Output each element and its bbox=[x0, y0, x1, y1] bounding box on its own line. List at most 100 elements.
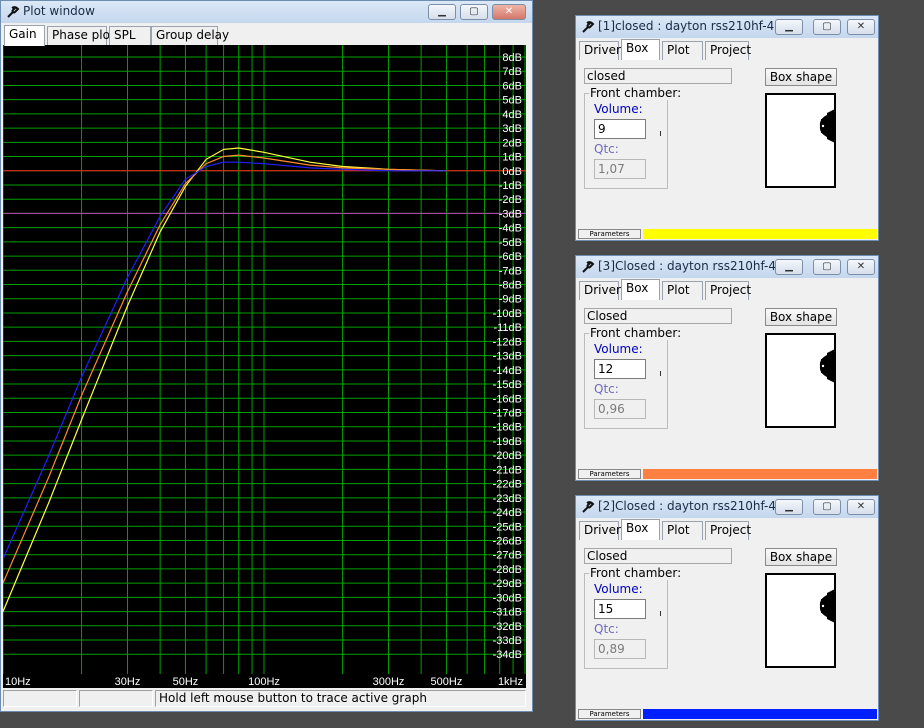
box-shape-button[interactable]: Box shape bbox=[765, 548, 837, 566]
minimize-button[interactable]: ▁ bbox=[775, 259, 803, 275]
box-panel: Closed Box shape Front chamber: Volume: … bbox=[577, 540, 877, 720]
tab-plot[interactable]: Plot bbox=[662, 521, 703, 540]
parameters-bar: Parameters bbox=[577, 709, 877, 719]
tab-box[interactable]: Box bbox=[621, 39, 660, 60]
minimize-icon: ▁ bbox=[785, 261, 793, 272]
tab-spl[interactable]: SPL bbox=[109, 26, 151, 45]
tab-box-label: Box bbox=[626, 521, 649, 535]
volume-label: Volume: bbox=[594, 582, 643, 596]
y-tick-label: -21dB bbox=[493, 464, 522, 476]
parameters-tab[interactable]: Parameters bbox=[578, 229, 641, 239]
tab-spl-label: SPL bbox=[114, 28, 136, 42]
volume-input[interactable]: 9 bbox=[594, 119, 646, 139]
tab-phase-plot[interactable]: Phase plot bbox=[47, 26, 115, 45]
box-window-titlebar[interactable]: [3]Closed : dayton rss210hf-4 ▁ ▢ ✕ bbox=[576, 256, 878, 278]
tab-project[interactable]: Project bbox=[705, 521, 751, 540]
y-tick-label: 3dB bbox=[502, 123, 522, 135]
y-tick-label: -1dB bbox=[499, 180, 522, 192]
qtc-label: Qtc: bbox=[594, 622, 619, 636]
box-name-field[interactable]: closed bbox=[584, 68, 732, 84]
tab-group-delay[interactable]: Group delay bbox=[151, 26, 229, 45]
close-button[interactable]: ✕ bbox=[847, 259, 875, 275]
maximize-button[interactable]: ▢ bbox=[813, 499, 841, 515]
box-shape-preview[interactable] bbox=[765, 93, 837, 189]
tab-driver-label: Driver bbox=[584, 283, 621, 297]
maximize-button[interactable]: ▢ bbox=[813, 259, 841, 275]
parameters-tab[interactable]: Parameters bbox=[578, 469, 641, 479]
gain-plot[interactable]: 8dB 7dB 6dB 5dB 4dB 3dB 2dB 1dB 0dB -1dB -2dB -3dB -… bbox=[3, 45, 526, 688]
box-window-titlebar[interactable]: [2]Closed : dayton rss210hf-4 ▁ ▢ ✕ bbox=[576, 496, 878, 518]
box-window-title: [1]closed : dayton rss210hf-4 bbox=[598, 19, 775, 33]
graph-color-swatch bbox=[643, 229, 877, 239]
graph-color-swatch bbox=[643, 709, 877, 719]
y-tick-label: -25dB bbox=[493, 521, 522, 533]
y-tick-label: -34dB bbox=[493, 649, 522, 661]
box-panel: Closed Box shape Front chamber: Volume: … bbox=[577, 300, 877, 480]
maximize-button[interactable]: ▢ bbox=[460, 4, 488, 20]
y-tick-label: 4dB bbox=[502, 109, 522, 121]
close-button[interactable]: ✕ bbox=[847, 19, 875, 35]
parameters-bar: Parameters bbox=[577, 469, 877, 479]
close-button[interactable]: ✕ bbox=[492, 4, 526, 20]
box-name-field[interactable]: Closed bbox=[584, 308, 732, 324]
y-tick-label: 1dB bbox=[502, 152, 522, 164]
volume-label: Volume: bbox=[594, 102, 643, 116]
volume-unit-mark bbox=[660, 371, 661, 376]
qtc-field: 0,96 bbox=[594, 399, 646, 419]
minimize-button[interactable]: ▁ bbox=[775, 19, 803, 35]
tab-driver[interactable]: Driver bbox=[579, 281, 621, 300]
tab-project[interactable]: Project bbox=[705, 41, 751, 60]
series-line-3 bbox=[3, 161, 447, 560]
tab-driver[interactable]: Driver bbox=[579, 41, 621, 60]
app-icon bbox=[582, 501, 595, 513]
series-line-2 bbox=[3, 154, 447, 584]
parameters-bar: Parameters bbox=[577, 229, 877, 239]
status-cell-2 bbox=[79, 690, 153, 707]
y-tick-label: -3dB bbox=[499, 208, 522, 220]
x-tick-label: 50Hz bbox=[173, 676, 199, 688]
y-tick-label: -29dB bbox=[493, 578, 522, 590]
tab-project[interactable]: Project bbox=[705, 281, 751, 300]
volume-input[interactable]: 12 bbox=[594, 359, 646, 379]
minimize-button[interactable]: ▁ bbox=[428, 4, 456, 20]
box-shape-preview[interactable] bbox=[765, 333, 837, 429]
box-shape-button[interactable]: Box shape bbox=[765, 308, 837, 326]
y-tick-label: -12dB bbox=[493, 336, 522, 348]
close-button[interactable]: ✕ bbox=[847, 499, 875, 515]
y-tick-label: -33dB bbox=[493, 635, 522, 647]
close-icon: ✕ bbox=[504, 6, 514, 17]
minimize-button[interactable]: ▁ bbox=[775, 499, 803, 515]
tab-plot[interactable]: Plot bbox=[662, 281, 703, 300]
maximize-icon: ▢ bbox=[822, 501, 832, 512]
minimize-icon: ▁ bbox=[785, 501, 793, 512]
volume-input[interactable]: 15 bbox=[594, 599, 646, 619]
tab-box[interactable]: Box bbox=[621, 519, 660, 540]
tab-box[interactable]: Box bbox=[621, 279, 660, 300]
y-tick-label: -26dB bbox=[493, 535, 522, 547]
front-chamber-group: Front chamber: Volume: 9 Qtc: 1,07 bbox=[584, 86, 683, 189]
tab-driver-label: Driver bbox=[584, 523, 621, 537]
y-tick-label: -9dB bbox=[499, 294, 522, 306]
plot-window-titlebar[interactable]: Plot window ▁ ▢ ✕ bbox=[1, 1, 532, 23]
parameters-tab[interactable]: Parameters bbox=[578, 709, 641, 719]
y-tick-label: -7dB bbox=[499, 265, 522, 277]
y-tick-label: -32dB bbox=[493, 621, 522, 633]
box-panel: closed Box shape Front chamber: Volume: … bbox=[577, 60, 877, 240]
box-shape-preview[interactable] bbox=[765, 573, 837, 669]
box-shape-button[interactable]: Box shape bbox=[765, 68, 837, 86]
box-name-field[interactable]: Closed bbox=[584, 548, 732, 564]
app-icon bbox=[7, 6, 20, 18]
tab-plot[interactable]: Plot bbox=[662, 41, 703, 60]
tab-group-delay-label: Group delay bbox=[156, 28, 230, 42]
box-window-titlebar[interactable]: [1]closed : dayton rss210hf-4 ▁ ▢ ✕ bbox=[576, 16, 878, 38]
y-tick-label: -31dB bbox=[493, 607, 522, 619]
x-tick-label: 500Hz bbox=[431, 676, 463, 688]
tab-driver[interactable]: Driver bbox=[579, 521, 621, 540]
gain-chart-svg[interactable]: 8dB 7dB 6dB 5dB 4dB 3dB 2dB 1dB 0dB -1dB -2dB -3dB -… bbox=[3, 45, 526, 688]
maximize-button[interactable]: ▢ bbox=[813, 19, 841, 35]
y-tick-label: 5dB bbox=[502, 95, 522, 107]
tab-gain[interactable]: Gain bbox=[4, 25, 45, 46]
y-tick-label: -24dB bbox=[493, 507, 522, 519]
y-tick-label: -4dB bbox=[499, 223, 522, 235]
front-chamber-label: Front chamber: bbox=[589, 326, 683, 340]
